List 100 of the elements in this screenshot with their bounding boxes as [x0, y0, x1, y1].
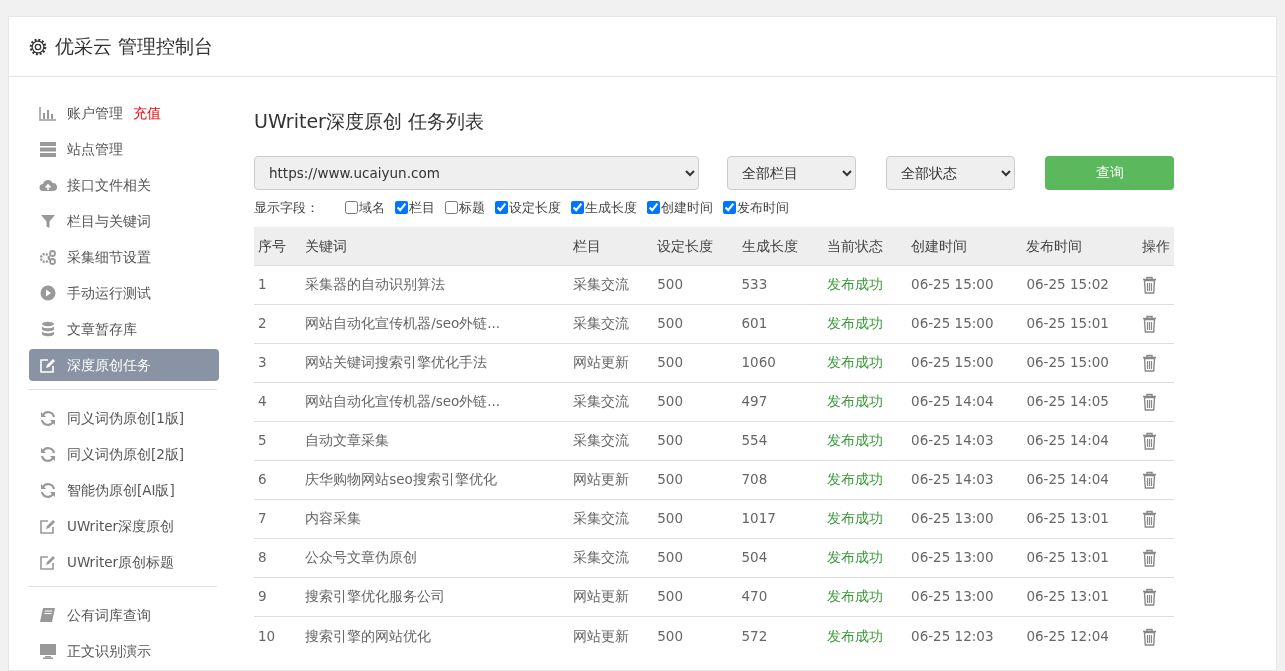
sidebar-item[interactable]: 账户管理 充值 [29, 97, 219, 129]
sidebar-label: 站点管理 [67, 139, 123, 159]
field-checkbox[interactable] [723, 200, 736, 214]
delete-icon[interactable] [1141, 354, 1157, 373]
database-icon [39, 321, 57, 337]
status-text: 发布成功 [822, 577, 908, 616]
status-text: 发布成功 [822, 421, 908, 460]
field-checkbox[interactable] [495, 200, 508, 214]
table-cell: 500 [653, 343, 738, 382]
table-cell: 533 [737, 265, 823, 304]
column-header: 发布时间 [1022, 227, 1138, 265]
delete-icon[interactable] [1141, 432, 1157, 451]
delete-icon[interactable] [1141, 315, 1157, 334]
table-cell: 572 [737, 616, 823, 655]
table-cell: 06-25 15:01 [1022, 304, 1138, 343]
sidebar-item[interactable]: 同义词伪原创[1版] [29, 402, 219, 434]
status-text: 发布成功 [822, 460, 908, 499]
sidebar-item[interactable]: 接口文件相关 [29, 169, 219, 201]
table-cell: 06-25 12:03 [907, 616, 1023, 655]
site-select[interactable]: https://www.ucaiyun.com [254, 155, 699, 190]
table-cell: 500 [653, 382, 738, 421]
field-checkbox[interactable] [345, 200, 358, 214]
table-cell: 自动文章采集 [301, 421, 569, 460]
table-cell: 601 [737, 304, 823, 343]
table-cell: 9 [254, 577, 302, 616]
status-select[interactable]: 全部状态 [886, 155, 1015, 190]
table-cell: 采集交流 [569, 382, 654, 421]
sidebar-item[interactable]: 手动运行测试 [29, 277, 219, 309]
sidebar-item[interactable]: 正文识别演示 [29, 635, 219, 667]
delete-icon[interactable] [1141, 510, 1157, 529]
sidebar-item[interactable]: 站点管理 [29, 133, 219, 165]
delete-icon[interactable] [1141, 471, 1157, 490]
checkbox-label: 发布时间 [737, 198, 789, 217]
table-cell: 网站自动化宣传机器/seo外链... [301, 382, 569, 421]
table-cell: 06-25 15:02 [1022, 265, 1138, 304]
table-cell: 采集交流 [569, 265, 654, 304]
table-cell: 采集交流 [569, 499, 654, 538]
sidebar-label: UWriter原创标题 [67, 552, 175, 572]
table-cell: 554 [737, 421, 823, 460]
table-cell: 06-25 13:00 [907, 499, 1023, 538]
column-header: 关键词 [301, 227, 569, 265]
field-checkbox[interactable] [571, 200, 584, 214]
refresh-icon [39, 410, 57, 426]
status-text: 发布成功 [822, 499, 908, 538]
page-title: UWriter深度原创 任务列表 [254, 109, 485, 134]
table-cell: 网站更新 [569, 577, 654, 616]
sidebar-item[interactable]: 文章暂存库 [29, 313, 219, 345]
sidebar-item[interactable]: 同义词伪原创[2版] [29, 438, 219, 470]
sidebar-item[interactable]: 采集细节设置 [29, 241, 219, 273]
sidebar-label: 智能伪原创[AI版] [67, 480, 175, 500]
column-header: 创建时间 [907, 227, 1023, 265]
delete-icon[interactable] [1141, 393, 1157, 412]
table-cell: 1017 [737, 499, 823, 538]
column-select[interactable]: 全部栏目 [727, 155, 856, 190]
table-cell: 500 [653, 499, 738, 538]
server-icon [39, 141, 57, 157]
edit-icon [39, 554, 57, 570]
sidebar-item[interactable]: 栏目与关键词 [29, 205, 219, 237]
table-cell: 1 [254, 265, 302, 304]
sidebar-item[interactable]: UWriter深度原创 [29, 510, 219, 542]
delete-icon[interactable] [1141, 549, 1157, 568]
column-header: 序号 [254, 227, 302, 265]
table-cell: 网站关键词搜索引擎优化手法 [301, 343, 569, 382]
sidebar-label: 栏目与关键词 [67, 211, 151, 231]
sidebar-item[interactable]: 智能伪原创[AI版] [29, 474, 219, 506]
table-cell: 10 [254, 616, 302, 655]
table-cell: 06-25 13:00 [907, 538, 1023, 577]
delete-icon[interactable] [1141, 627, 1157, 646]
table-cell: 06-25 14:04 [907, 382, 1023, 421]
status-text: 发布成功 [822, 304, 908, 343]
recharge-link[interactable]: 充值 [133, 102, 161, 124]
table-cell: 06-25 12:04 [1022, 616, 1138, 655]
delete-icon[interactable] [1141, 588, 1157, 607]
table-cell: 网站更新 [569, 616, 654, 655]
table-cell: 搜索引擎的网站优化 [301, 616, 569, 655]
sidebar-item[interactable]: UWriter原创标题 [29, 546, 219, 578]
column-header: 设定长度 [653, 227, 738, 265]
field-checkbox[interactable] [647, 200, 660, 214]
desktop-icon [39, 643, 57, 659]
status-text: 发布成功 [822, 265, 908, 304]
table-cell: 500 [653, 265, 738, 304]
table-cell: 6 [254, 460, 302, 499]
delete-icon[interactable] [1141, 276, 1157, 295]
status-text: 发布成功 [822, 616, 908, 655]
filter-icon [39, 213, 57, 229]
table-cell: 网站更新 [569, 460, 654, 499]
table-cell: 庆华购物网站seo搜索引擎优化 [301, 460, 569, 499]
table-cell: 网站自动化宣传机器/seo外链... [301, 304, 569, 343]
play-icon [39, 285, 57, 301]
status-text: 发布成功 [822, 538, 908, 577]
table-cell: 2 [254, 304, 302, 343]
edit-icon [39, 357, 57, 373]
table-cell: 4 [254, 382, 302, 421]
sidebar-label: 公有词库查询 [67, 605, 151, 625]
sidebar-item[interactable]: 公有词库查询 [29, 599, 219, 631]
table-cell: 06-25 13:00 [907, 577, 1023, 616]
field-checkbox[interactable] [395, 200, 408, 214]
column-header: 当前状态 [822, 227, 908, 265]
field-checkbox[interactable] [445, 200, 458, 214]
table-cell: 06-25 14:05 [1022, 382, 1138, 421]
